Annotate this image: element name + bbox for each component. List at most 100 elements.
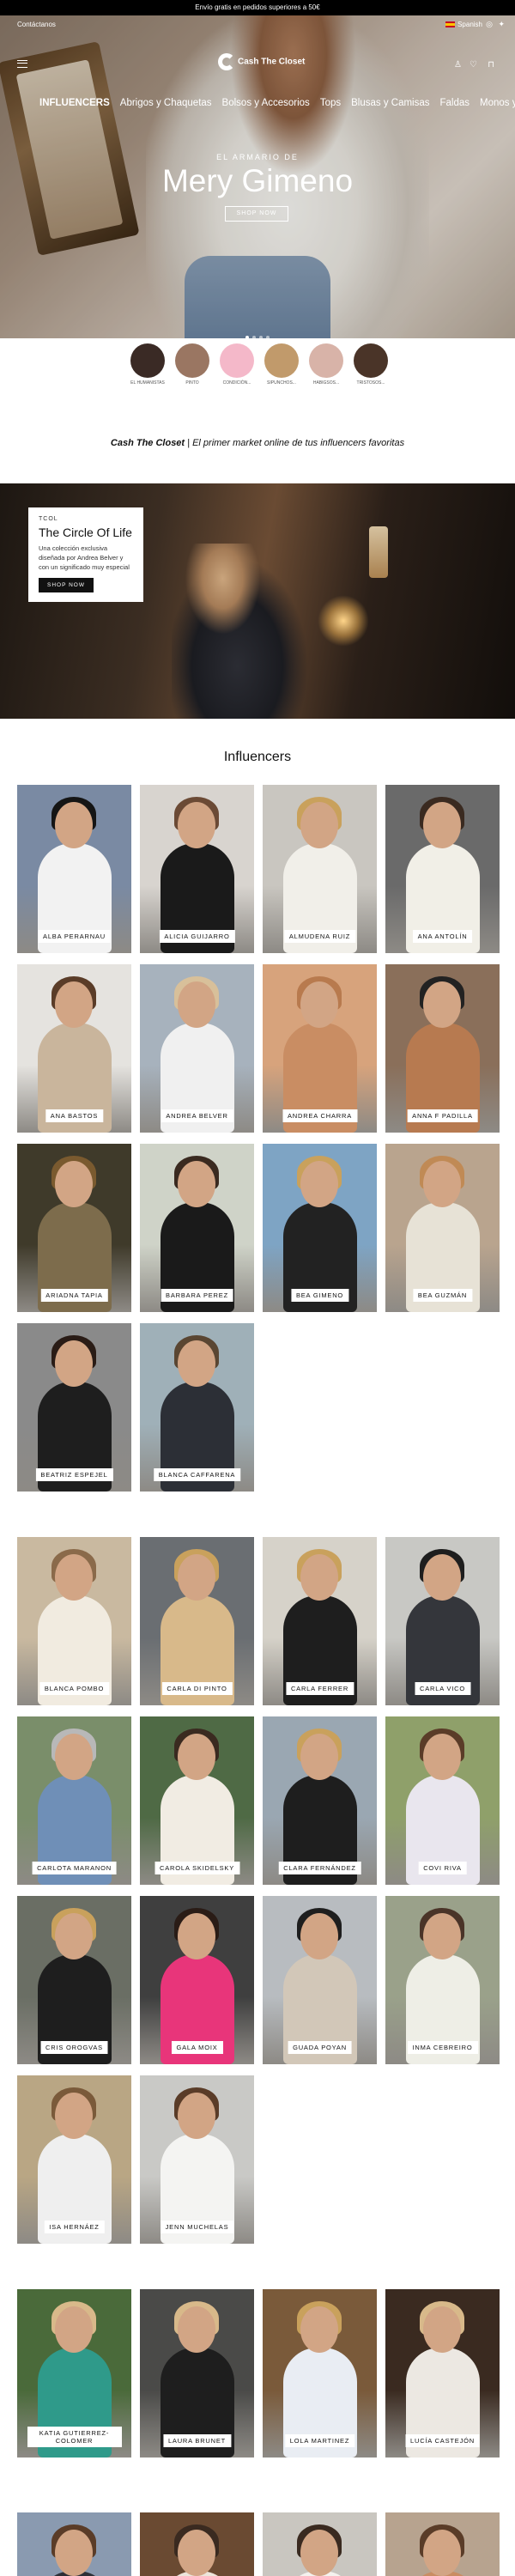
promo-shop-button[interactable]: SHOP NOW: [39, 578, 94, 592]
influencer-card[interactable]: ALICIA GUIJARRO: [140, 785, 254, 953]
swatch-circle: [354, 343, 388, 378]
influencer-name: COVI RIVA: [418, 1862, 467, 1874]
influencer-card[interactable]: GUADA POYAN: [263, 1896, 377, 2064]
bag-icon[interactable]: ⊓: [488, 60, 494, 70]
influencer-card[interactable]: COVI RIVA: [385, 1716, 500, 1885]
influencer-card[interactable]: GALA MOIX: [140, 1896, 254, 2064]
influencer-card[interactable]: ANDREA CHARRA: [263, 964, 377, 1133]
influencer-name: LUCÍA CASTEJÓN: [405, 2434, 480, 2447]
twitter-icon[interactable]: ✦: [498, 20, 505, 29]
featured-swatches: EL HUMANISTAS PINTO CONDICIÓN... SIPUNCHOS.…: [127, 343, 393, 388]
influencer-name: ANDREA BELVER: [161, 1109, 233, 1122]
influencer-name: GALA MOIX: [171, 2041, 223, 2054]
collection-promo-banner[interactable]: TCOL The Circle Of Life Una colección ex…: [0, 483, 515, 719]
nav-item[interactable]: Blusas y Camisas: [351, 98, 429, 108]
promo-light-image: [318, 595, 369, 647]
influencer-name: CARLA DI PINTO: [161, 1682, 233, 1695]
influencer-name: BEA GIMENO: [290, 1289, 349, 1302]
influencer-card[interactable]: [263, 2512, 377, 2576]
influencer-name: BEATRIZ ESPEJEL: [35, 1468, 113, 1481]
influencer-card[interactable]: BEA GIMENO: [263, 1144, 377, 1312]
swatch-item[interactable]: TRISTOSOS...: [350, 343, 391, 386]
nav-item[interactable]: Abrigos y Chaquetas: [120, 98, 212, 108]
carousel-dot[interactable]: [266, 336, 270, 338]
influencer-name: GUADA POYAN: [288, 2041, 352, 2054]
tagline-brand: Cash The Closet: [110, 438, 185, 448]
influencer-card[interactable]: BLANCA POMBO: [17, 1537, 131, 1705]
influencer-card[interactable]: ISA HERNÁEZ: [17, 2075, 131, 2244]
influencer-card[interactable]: ALMUDENA RUIZ: [263, 785, 377, 953]
hero-kicker: EL ARMARIO DE: [216, 153, 299, 161]
influencer-card[interactable]: ARIADNA TAPIA: [17, 1144, 131, 1312]
influencer-name: KATIA GUTIERREZ-COLOMER: [27, 2427, 122, 2447]
influencer-card[interactable]: INMA CEBREIRO: [385, 1896, 500, 2064]
swatch-item[interactable]: PINTO: [172, 343, 213, 386]
influencer-card[interactable]: CARLA DI PINTO: [140, 1537, 254, 1705]
hero-shop-button[interactable]: SHOP NOW: [225, 206, 288, 222]
promo-description: Una colección exclusiva diseñada por And…: [39, 544, 130, 571]
influencer-card[interactable]: LAURA BRUNET: [140, 2289, 254, 2458]
influencer-card[interactable]: ANA BASTOS: [17, 964, 131, 1133]
influencer-card[interactable]: CRIS OROGVAS: [17, 1896, 131, 2064]
nav-item[interactable]: Faldas: [440, 98, 470, 108]
influencer-name: BARBARA PEREZ: [161, 1289, 233, 1302]
nav-item[interactable]: Monos y Petos: [480, 98, 515, 108]
influencer-card[interactable]: LOLA MARTINEZ: [263, 2289, 377, 2458]
menu-icon[interactable]: [17, 60, 27, 68]
influencer-name: ANA BASTOS: [45, 1109, 104, 1122]
influencer-name: CRIS OROGVAS: [40, 2041, 108, 2054]
nav-item[interactable]: Tops: [320, 98, 341, 108]
promo-kicker: TCOL: [39, 516, 58, 522]
influencer-name: JENN MUCHELAS: [160, 2221, 234, 2233]
influencer-card[interactable]: ANNA F PADILLA: [385, 964, 500, 1133]
swatch-label: HABIGSOS...: [312, 380, 340, 386]
swatch-circle: [220, 343, 254, 378]
influencer-card[interactable]: [17, 2512, 131, 2576]
carousel-dot[interactable]: [252, 336, 256, 338]
contact-link[interactable]: Contáctanos: [17, 21, 56, 28]
wishlist-icon[interactable]: ♡: [470, 60, 477, 70]
nav-item[interactable]: Bolsos y Accesorios: [222, 98, 310, 108]
influencer-card[interactable]: BEATRIZ ESPEJEL: [17, 1323, 131, 1492]
influencer-card[interactable]: LUCÍA CASTEJÓN: [385, 2289, 500, 2458]
swatch-circle: [175, 343, 209, 378]
nav-item[interactable]: INFLUENCERS: [39, 98, 110, 108]
influencer-card[interactable]: KATIA GUTIERREZ-COLOMER: [17, 2289, 131, 2458]
influencer-card[interactable]: CAROLA SKIDELSKY: [140, 1716, 254, 1885]
swatch-item[interactable]: CONDICIÓN...: [216, 343, 258, 386]
influencer-card[interactable]: CARLOTA MARANON: [17, 1716, 131, 1885]
swatch-item[interactable]: SIPUNCHOS...: [261, 343, 302, 386]
influencer-card[interactable]: ANA ANTOLÍN: [385, 785, 500, 953]
carousel-dot[interactable]: [259, 336, 263, 338]
language-selector[interactable]: Spanish: [445, 21, 482, 28]
account-icon[interactable]: ♙: [454, 60, 462, 70]
swatch-label: EL HUMANISTAS: [130, 380, 165, 386]
influencer-card[interactable]: ALBA PERARNAU: [17, 785, 131, 953]
promo-lamp-image: [369, 526, 388, 578]
influencer-card[interactable]: ANDREA BELVER: [140, 964, 254, 1133]
swatch-label: PINTO: [185, 380, 199, 386]
swatch-item[interactable]: HABIGSOS...: [306, 343, 347, 386]
promo-card: TCOL The Circle Of Life Una colección ex…: [28, 507, 143, 602]
influencer-card[interactable]: BEA GUZMÁN: [385, 1144, 500, 1312]
influencer-name: LOLA MARTINEZ: [284, 2434, 355, 2447]
influencer-card[interactable]: CARLA VICO: [385, 1537, 500, 1705]
influencer-card[interactable]: CARLA FERRER: [263, 1537, 377, 1705]
influencer-card[interactable]: CLARA FERNÁNDEZ: [263, 1716, 377, 1885]
site-logo[interactable]: Cash The Closet: [218, 53, 305, 70]
influencer-card[interactable]: BLANCA CAFFARENA: [140, 1323, 254, 1492]
influencer-card[interactable]: [140, 2512, 254, 2576]
swatch-item[interactable]: EL HUMANISTAS: [127, 343, 168, 386]
influencer-name: ANNA F PADILLA: [407, 1109, 478, 1122]
swatch-label: TRISTOSOS...: [356, 380, 385, 386]
hero-carousel-dots: [0, 328, 515, 338]
carousel-dot[interactable]: [245, 336, 249, 338]
influencer-card[interactable]: BARBARA PEREZ: [140, 1144, 254, 1312]
influencer-card[interactable]: JENN MUCHELAS: [140, 2075, 254, 2244]
logo-c-icon: [218, 53, 235, 70]
hero-banner[interactable]: Contáctanos Spanish ◎ ✦ Cash The Closet …: [0, 15, 515, 338]
announcement-text: Envío gratis en pedidos superiores a 50€: [195, 3, 320, 11]
instagram-icon[interactable]: ◎: [486, 20, 493, 29]
influencer-name: ALICIA GUIJARRO: [159, 930, 235, 943]
influencer-card[interactable]: [385, 2512, 500, 2576]
